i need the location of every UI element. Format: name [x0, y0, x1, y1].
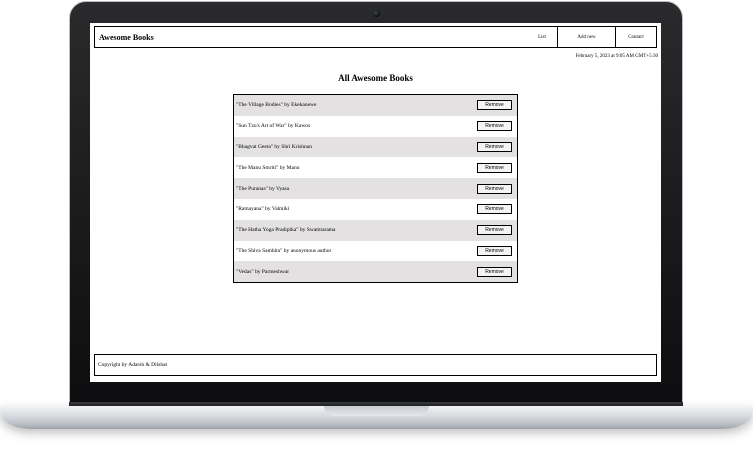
book-title: "Vedas" by Parmeshwar	[236, 268, 290, 275]
book-title: "The Puranas" by Vyasa	[236, 185, 290, 192]
nav-link-contact[interactable]: Contact	[615, 27, 656, 47]
navbar: Awesome Books List Add new Contact	[94, 26, 657, 48]
book-title: "The Shiva Samhita" by anonymous author	[236, 247, 332, 254]
screen: Awesome Books List Add new Contact Febru…	[90, 23, 661, 382]
footer: Copyright by Adarsh & Dilshat	[94, 354, 657, 376]
book-row: "The Shiva Samhita" by anonymous author …	[234, 240, 517, 262]
book-row: "The Manu Smriti" by Manu Remove	[234, 157, 517, 179]
book-row: "The Village Bodies" by Ekekanewe Remove	[234, 95, 517, 116]
book-title: "The Manu Smriti" by Manu	[236, 164, 300, 171]
book-row: "Vedas" by Parmeshwar Remove	[234, 261, 517, 283]
book-list: "The Village Bodies" by Ekekanewe Remove…	[233, 94, 518, 284]
book-row: "Sun Tzu's Art of War" by Kawos Remove	[234, 115, 517, 137]
book-row: "Bhagvat Geeta" by Shri Krishnan Remove	[234, 136, 517, 158]
book-title: "The Hatha Yoga Pradipika" by Swatmarama	[236, 227, 336, 234]
remove-button[interactable]: Remove	[477, 266, 512, 277]
laptop-notch	[324, 406, 429, 416]
nav-link-list[interactable]: List	[527, 27, 557, 47]
remove-button[interactable]: Remove	[477, 121, 512, 132]
book-title: "Ramayana" by Valmiki	[236, 206, 290, 213]
page-title: All Awesome Books	[338, 73, 413, 83]
book-row: "The Puranas" by Vyasa Remove	[234, 178, 517, 199]
nav-link-add-new[interactable]: Add new	[557, 27, 615, 47]
book-title: "Bhagvat Geeta" by Shri Krishnan	[236, 143, 312, 150]
remove-button[interactable]: Remove	[477, 162, 512, 173]
remove-button[interactable]: Remove	[477, 204, 512, 215]
book-row: "Ramayana" by Valmiki Remove	[234, 198, 517, 220]
remove-button[interactable]: Remove	[477, 183, 512, 194]
remove-button[interactable]: Remove	[477, 225, 512, 236]
book-row: "The Hatha Yoga Pradipika" by Swatmarama…	[234, 219, 517, 241]
camera-icon	[373, 10, 380, 17]
date-time: February 5, 2023 at 9:05 AM GMT+5:30	[575, 54, 658, 59]
brand-title: Awesome Books	[99, 32, 154, 42]
footer-text: Copyright by Adarsh & Dilshat	[98, 362, 168, 368]
remove-button[interactable]: Remove	[477, 100, 512, 111]
book-title: "The Village Bodies" by Ekekanewe	[236, 102, 317, 109]
book-title: "Sun Tzu's Art of War" by Kawos	[236, 123, 311, 130]
remove-button[interactable]: Remove	[477, 141, 512, 152]
remove-button[interactable]: Remove	[477, 245, 512, 256]
